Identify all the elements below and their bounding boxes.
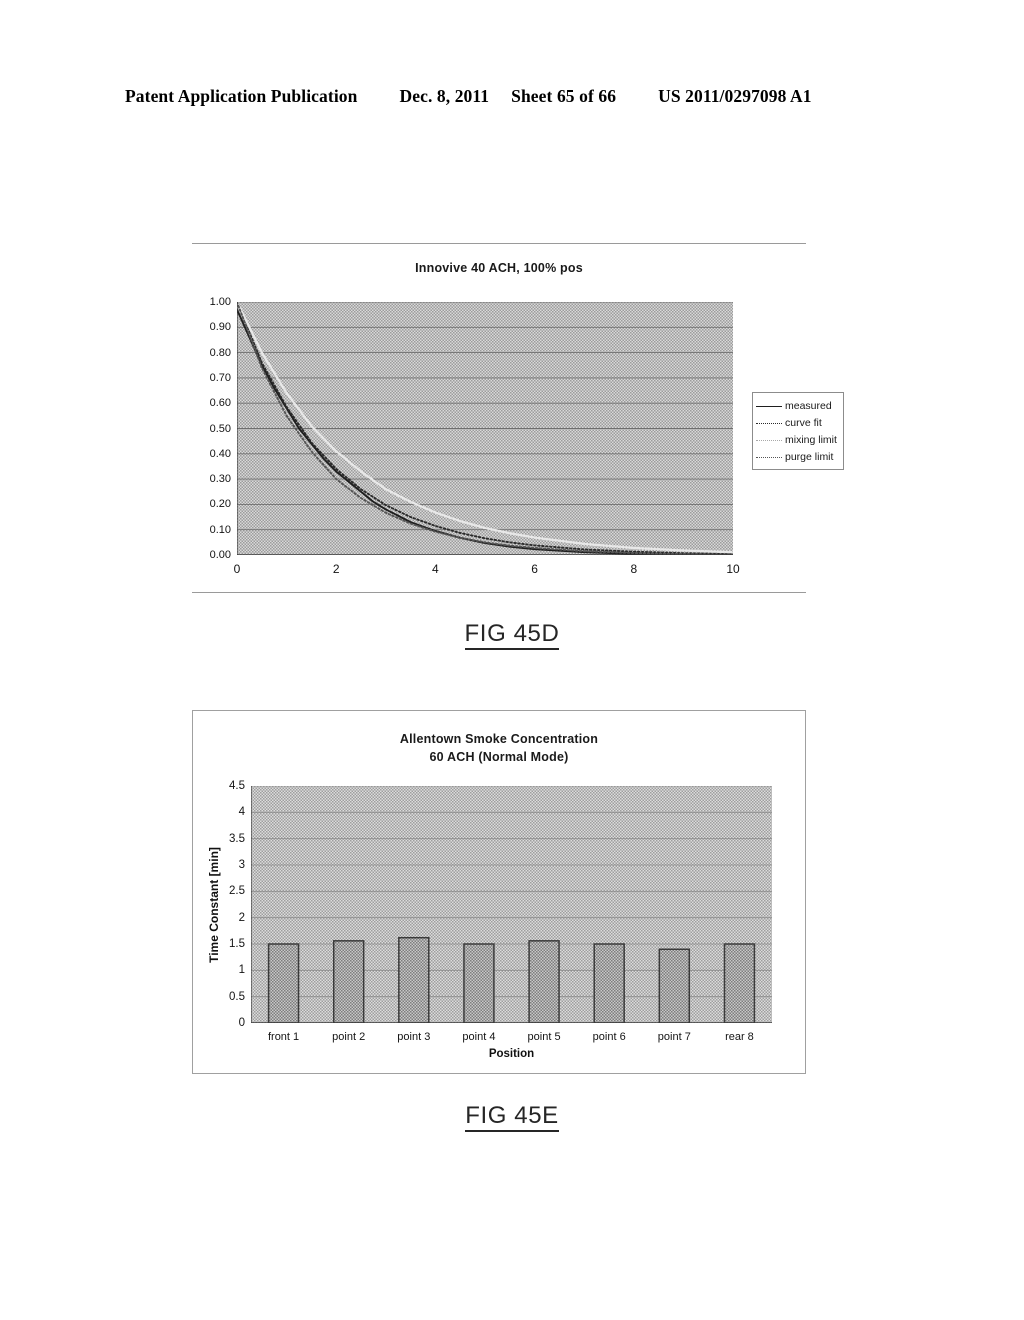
line-chart-y-tick-label: 0.30 [209, 473, 231, 486]
figure-45d-container: Innovive 40 ACH, 100% pos 0.00 0.10 0.20 0.… [192, 243, 844, 593]
line-chart-y-tick-label: 0.90 [209, 321, 231, 334]
header-date: Dec. 8, 2011 [399, 86, 490, 106]
line-chart-x-tick-label: 6 [531, 562, 538, 576]
bar-chart-svg [251, 786, 772, 1023]
bar-chart-category-label: front 1 [267, 1031, 300, 1043]
bar-chart-category-label: rear 8 [725, 1031, 754, 1043]
legend-item-mixing-limit: mixing limit [756, 431, 840, 448]
legend-item-label: mixing limit [785, 433, 837, 446]
bar-chart-y-axis-label-text: Time Constant [min] [207, 846, 221, 963]
bar-chart-y-tick-label: 4 [238, 806, 245, 819]
line-chart-x-tick-label: 2 [332, 562, 340, 576]
bar-chart-y-tick-label: 1.5 [229, 937, 245, 950]
header-document-number: US 2011/0297098 A1 [658, 86, 812, 106]
line-chart-y-tick-label: 0.70 [209, 371, 231, 384]
line-chart-y-tick-label: 0.00 [209, 549, 231, 561]
line-chart-svg [237, 302, 733, 555]
bar-chart-category-label: point 6 [592, 1031, 626, 1043]
bar-chart-y-tick-label: 1 [238, 964, 245, 977]
legend-item-curve-fit: curve fit [756, 414, 840, 431]
bar-chart-y-axis-label: Time Constant [min] [205, 786, 223, 1023]
legend-item-label: curve fit [785, 416, 822, 429]
line-chart-y-tick-label: 0.40 [209, 447, 231, 460]
legend-item-purge-limit: purge limit [756, 448, 840, 465]
legend-item-label: measured [785, 399, 832, 412]
bar-chart-category-label: point 5 [527, 1031, 561, 1043]
legend-line-swatch-icon [756, 453, 782, 461]
line-chart-y-tick-label: 0.60 [209, 397, 231, 410]
line-chart-y-tick-label: 0.20 [209, 498, 231, 511]
legend-line-swatch-icon [756, 436, 782, 444]
line-chart-legend: measured curve fit mixing limit purge limit [752, 392, 844, 470]
line-chart-title: Innovive 40 ACH, 100% pos [415, 261, 583, 275]
header-publication-label: Patent Application Publication [125, 86, 358, 106]
bar-chart-y-tick-label: 3.5 [229, 832, 245, 845]
line-chart-y-tick-label: 0.80 [209, 346, 231, 359]
legend-item-label: purge limit [785, 450, 834, 463]
figure-45e-caption: FIG 45E [0, 1102, 1024, 1132]
figure-45d-caption-text: FIG 45D [464, 620, 560, 650]
bar-chart-category-label: point 3 [397, 1031, 431, 1043]
bar-chart-y-tick-label: 0 [238, 1017, 245, 1029]
line-chart-x-tick-label: 8 [630, 562, 638, 576]
legend-item-measured: measured [756, 397, 840, 414]
bar-chart-category-label: point 7 [657, 1031, 691, 1043]
bar-chart-title: Allentown Smoke Concentration 60 ACH (No… [193, 730, 805, 766]
header-sheet-number: Sheet 65 of 66 [511, 86, 617, 106]
figure-45e-container: Allentown Smoke Concentration 60 ACH (No… [192, 710, 806, 1074]
bar-chart-y-tick-label: 2.5 [229, 885, 245, 898]
bar-chart-category-label: point 2 [332, 1031, 366, 1043]
bar-chart-category-label: point 4 [462, 1031, 496, 1043]
line-chart-plot-area: 0.00 0.10 0.20 0.30 0.40 0.50 0.60 0.70 0.80 0.90… [210, 296, 740, 576]
bar-chart-title-line-2: 60 ACH (Normal Mode) [429, 750, 569, 765]
bar-chart-y-tick-label: 3 [238, 858, 245, 871]
line-chart-x-tick-label: 0 [233, 562, 241, 576]
bar-chart-x-axis-label: Position [488, 1048, 535, 1060]
line-chart-y-tick-label: 0.10 [209, 523, 231, 536]
line-chart-y-tick-label: 0.50 [209, 422, 231, 435]
bar-chart-y-tick-label: 0.5 [229, 990, 245, 1003]
line-chart-x-tick-label: 10 [726, 562, 740, 576]
figure-45e-caption-text: FIG 45E [465, 1102, 559, 1132]
bar-chart-y-tick-label: 2 [238, 911, 245, 924]
legend-line-swatch-icon [756, 419, 782, 427]
line-chart-x-tick-label: 4 [432, 562, 439, 576]
figure-45d-caption: FIG 45D [0, 620, 1024, 650]
bar-chart-title-line-1: Allentown Smoke Concentration [399, 732, 599, 746]
legend-line-swatch-icon [756, 402, 782, 410]
bar-chart-y-tick-label: 4.5 [229, 780, 245, 792]
bar-chart-plot-area: 0 0.5 1 1.5 2 2.5 3 3.5 4 4.5 front 1 point 2 point … [229, 780, 772, 1043]
line-chart-y-tick-label: 1.00 [209, 296, 231, 308]
page-header: Patent Application Publication Dec. 8, 2… [125, 86, 900, 107]
